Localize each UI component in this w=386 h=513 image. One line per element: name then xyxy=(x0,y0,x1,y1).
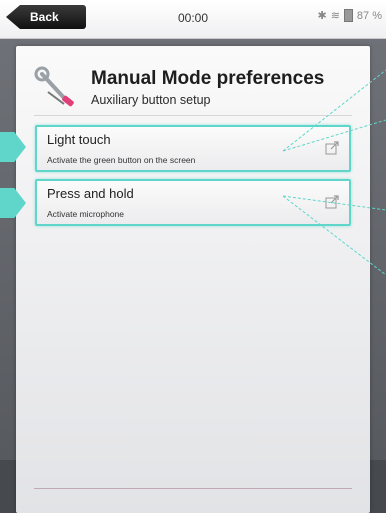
callout-lines xyxy=(282,69,386,276)
